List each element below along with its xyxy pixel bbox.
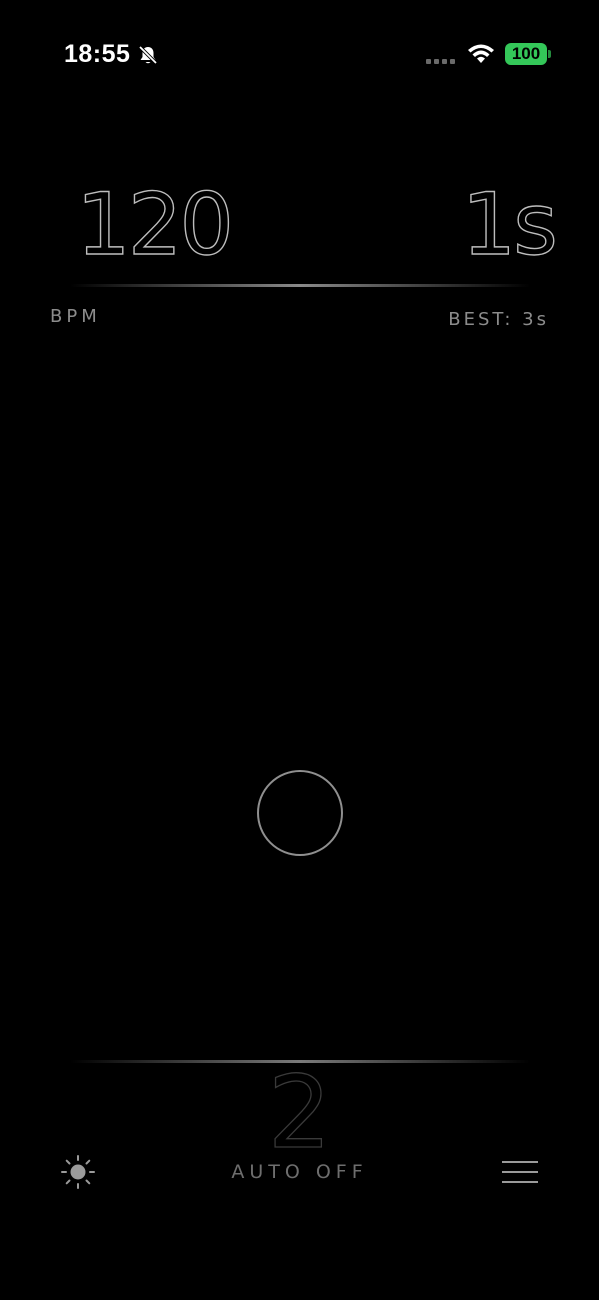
battery-level: 100: [511, 44, 541, 63]
status-bar: 18:55 100: [0, 0, 599, 110]
bpm-value: 120: [75, 175, 235, 275]
bpm-label: BPM: [50, 306, 101, 327]
status-time: 18:55: [64, 40, 131, 68]
battery-icon: 100: [505, 43, 547, 65]
silent-bell-icon: [138, 45, 158, 65]
timer-value: 1s: [461, 175, 559, 275]
battery-cap: [548, 50, 551, 58]
best-label: BEST: 3s: [448, 309, 549, 330]
brightness-icon[interactable]: [58, 1152, 98, 1192]
tap-button[interactable]: [257, 770, 343, 856]
top-divider: [70, 284, 530, 287]
cellular-dots-icon: [426, 59, 456, 65]
menu-icon[interactable]: [500, 1158, 540, 1186]
wifi-icon: [468, 44, 494, 63]
